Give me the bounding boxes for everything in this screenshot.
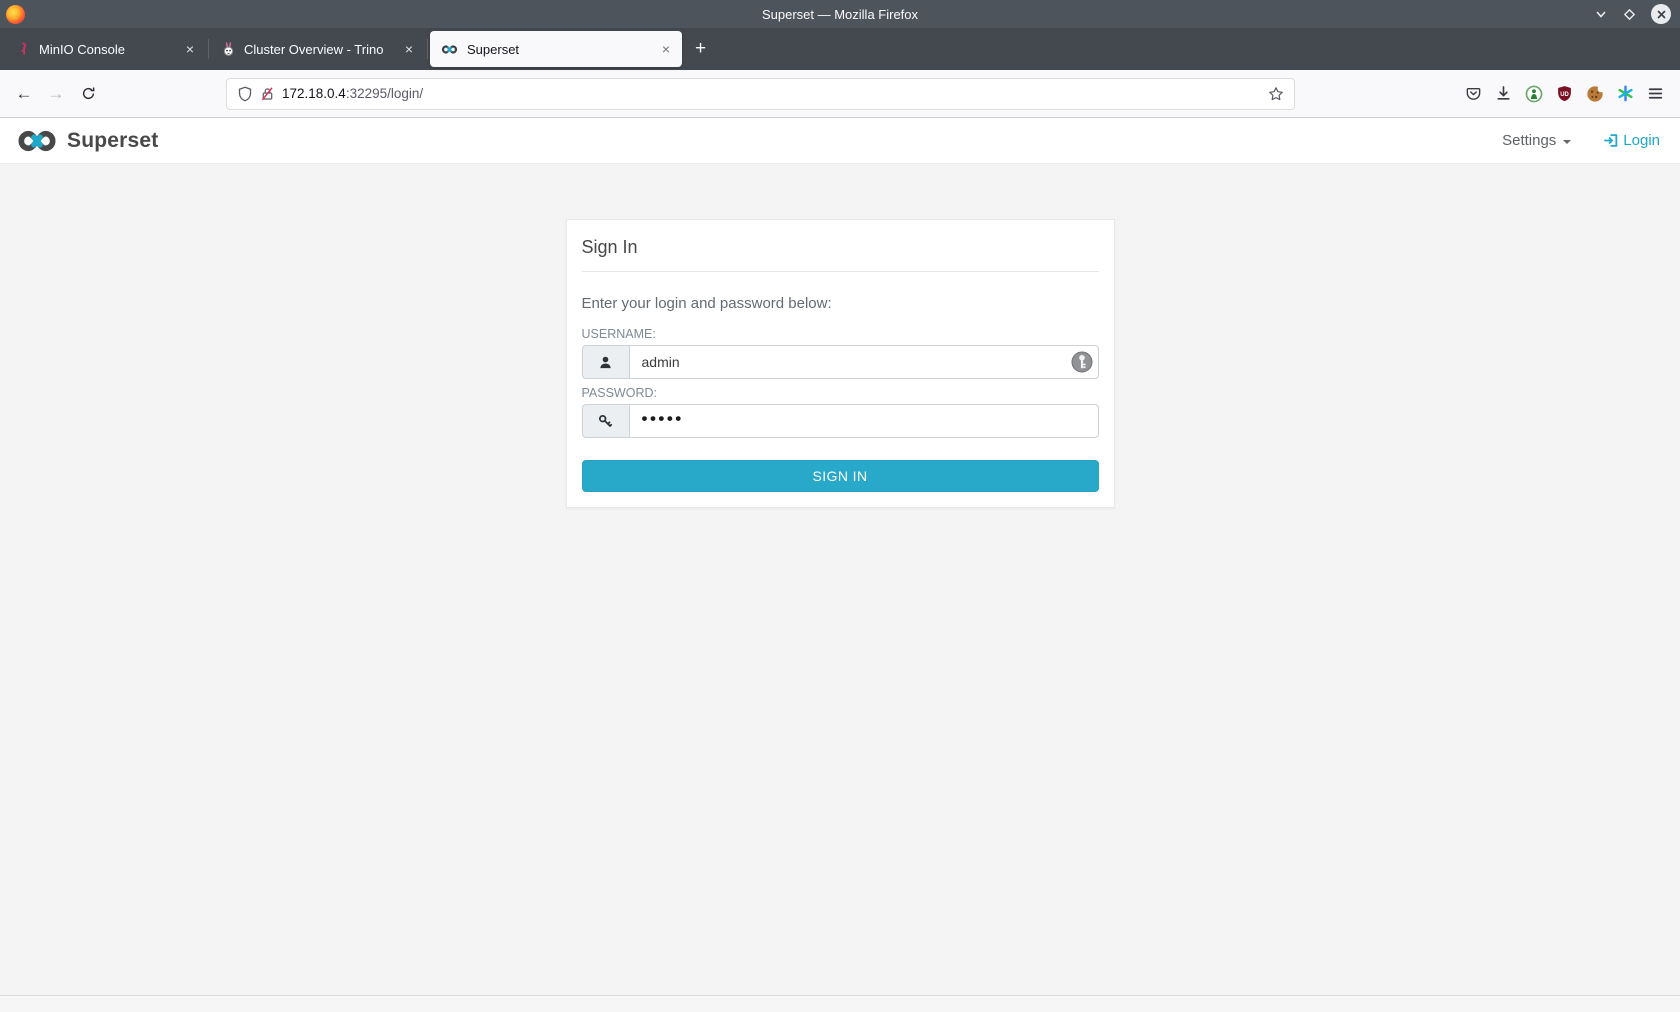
- tab-separator: [208, 39, 209, 59]
- superset-brand[interactable]: Superset: [14, 128, 158, 154]
- cookie-extension-icon[interactable]: [1586, 85, 1604, 103]
- password-label: PASSWORD:: [582, 386, 1099, 400]
- tab-minio-console[interactable]: MinIO Console ×: [6, 31, 206, 67]
- window-minimize-button[interactable]: [1594, 7, 1608, 21]
- insecure-lock-icon[interactable]: [260, 86, 275, 102]
- login-label: Login: [1623, 132, 1660, 149]
- menu-hamburger-icon[interactable]: [1647, 85, 1664, 102]
- bookmark-star-icon[interactable]: [1268, 86, 1284, 102]
- tab-close-icon[interactable]: ×: [403, 41, 415, 57]
- username-label: USERNAME:: [582, 327, 1099, 341]
- password-input[interactable]: •••••: [629, 404, 1099, 438]
- pocket-icon[interactable]: [1465, 85, 1482, 102]
- back-button[interactable]: ←: [8, 78, 40, 110]
- sign-in-icon: [1603, 133, 1619, 148]
- window-title: Superset — Mozilla Firefox: [0, 7, 1680, 22]
- login-link[interactable]: Login: [1603, 132, 1660, 149]
- username-input[interactable]: admin: [629, 345, 1099, 379]
- card-title: Sign In: [582, 237, 1099, 258]
- reload-button[interactable]: [72, 78, 104, 110]
- window-maximize-button[interactable]: [1623, 8, 1636, 21]
- brand-name: Superset: [67, 129, 158, 153]
- colorful-asterisk-extension-icon[interactable]: [1617, 85, 1634, 102]
- url-bar[interactable]: 172.18.0.4:32295/login/: [226, 78, 1295, 110]
- tracking-protection-shield-icon[interactable]: [237, 86, 253, 102]
- tab-strip: MinIO Console × Cluster Overview - Trino…: [0, 28, 1680, 70]
- browser-toolbar: ← → 172.18.0.4:32295/login/: [0, 70, 1680, 118]
- password-input-group: •••••: [582, 404, 1099, 438]
- tab-trino-cluster-overview[interactable]: Cluster Overview - Trino ×: [211, 31, 425, 67]
- tab-superset-active[interactable]: Superset ×: [430, 31, 682, 67]
- main-content: Sign In Enter your login and password be…: [0, 164, 1680, 995]
- password-manager-key-icon[interactable]: [1071, 351, 1093, 373]
- ublock-shield-extension-icon[interactable]: UD: [1556, 85, 1573, 102]
- tab-label: Superset: [467, 42, 652, 57]
- url-text[interactable]: 172.18.0.4:32295/login/: [282, 86, 423, 101]
- downloads-icon[interactable]: [1495, 85, 1512, 102]
- card-body: Enter your login and password below: USE…: [567, 272, 1114, 507]
- tab-close-icon[interactable]: ×: [660, 41, 672, 57]
- trino-favicon-icon: [221, 42, 236, 57]
- settings-menu[interactable]: Settings: [1502, 132, 1571, 149]
- tab-label: MinIO Console: [39, 42, 176, 57]
- page-footer: [0, 995, 1680, 1012]
- sign-in-card: Sign In Enter your login and password be…: [566, 219, 1115, 508]
- tab-label: Cluster Overview - Trino: [244, 42, 395, 57]
- superset-logo-icon: [14, 128, 60, 154]
- minio-favicon-icon: [16, 42, 31, 57]
- tab-separator: [427, 39, 428, 59]
- settings-label: Settings: [1502, 132, 1556, 149]
- user-icon: [582, 345, 629, 379]
- tab-close-icon[interactable]: ×: [184, 41, 196, 57]
- svg-text:UD: UD: [1560, 92, 1569, 98]
- card-header: Sign In: [582, 220, 1099, 272]
- window-close-button[interactable]: [1651, 4, 1671, 24]
- superset-navbar: Superset Settings Login: [0, 118, 1680, 164]
- forward-button[interactable]: →: [40, 78, 72, 110]
- sign-in-button[interactable]: SIGN IN: [582, 460, 1099, 492]
- superset-favicon-icon: [440, 44, 459, 55]
- login-instruction: Enter your login and password below:: [582, 295, 1099, 312]
- username-input-group: admin: [582, 345, 1099, 379]
- green-extension-icon[interactable]: [1525, 85, 1543, 103]
- firefox-logo-icon: [6, 5, 25, 24]
- key-icon: [582, 404, 629, 438]
- window-titlebar: Superset — Mozilla Firefox: [0, 0, 1680, 28]
- new-tab-button[interactable]: +: [682, 38, 719, 60]
- caret-down-icon: [1563, 140, 1571, 144]
